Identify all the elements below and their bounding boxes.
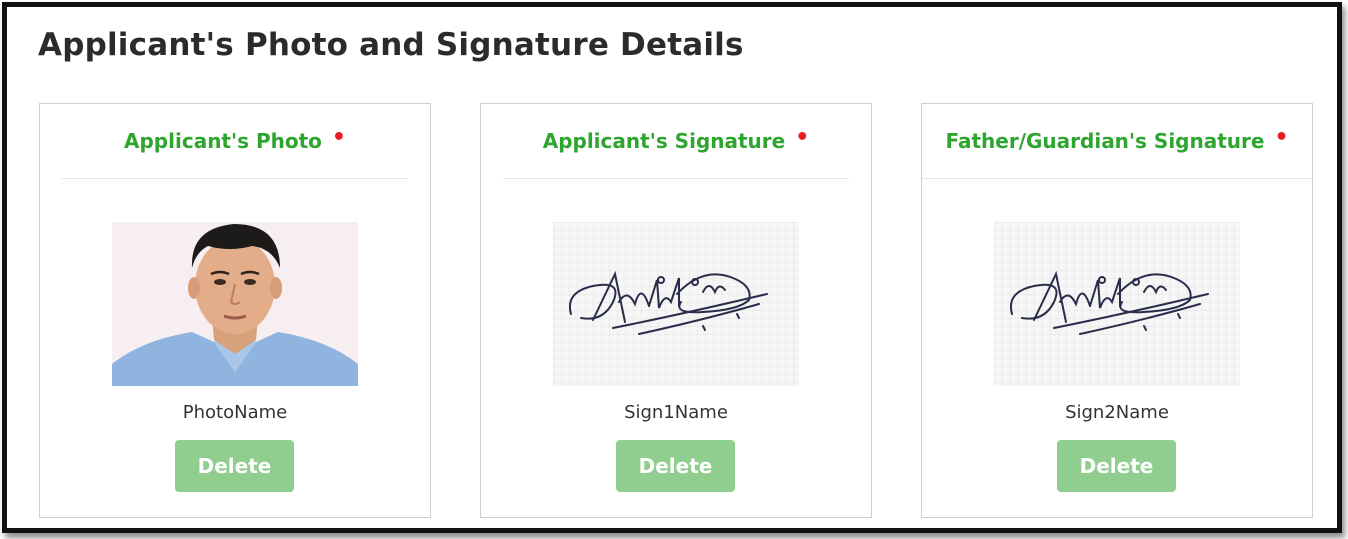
required-indicator: •: [795, 124, 810, 150]
file-name: Sign2Name: [1065, 402, 1169, 423]
applicant-photo-card: Applicant's Photo • PhotoName Delete: [39, 103, 431, 518]
required-indicator: •: [331, 124, 346, 150]
signature-image: [553, 222, 799, 386]
guardian-signature-card: Father/Guardian's Signature • Sign2Name …: [921, 103, 1313, 518]
delete-button[interactable]: Delete: [175, 440, 294, 492]
card-header: Applicant's Signature •: [503, 104, 849, 179]
page-title: Applicant's Photo and Signature Details: [38, 27, 744, 63]
required-indicator: •: [1274, 124, 1289, 150]
card-header: Applicant's Photo •: [62, 104, 408, 179]
signature-image: [994, 222, 1240, 386]
photo-signature-panel: Applicant's Photo and Signature Details …: [2, 2, 1342, 533]
card-title: Applicant's Signature: [542, 129, 786, 153]
delete-button[interactable]: Delete: [616, 440, 735, 492]
file-name: PhotoName: [182, 402, 288, 423]
file-name: Sign1Name: [624, 402, 728, 423]
delete-button[interactable]: Delete: [1057, 440, 1176, 492]
card-title: Applicant's Photo: [124, 129, 322, 153]
applicant-signature-card: Applicant's Signature • Sign1Name Delete: [480, 103, 872, 518]
card-title: Father/Guardian's Signature: [945, 129, 1265, 153]
applicant-photo: [112, 222, 358, 386]
card-header: Father/Guardian's Signature •: [922, 104, 1312, 179]
